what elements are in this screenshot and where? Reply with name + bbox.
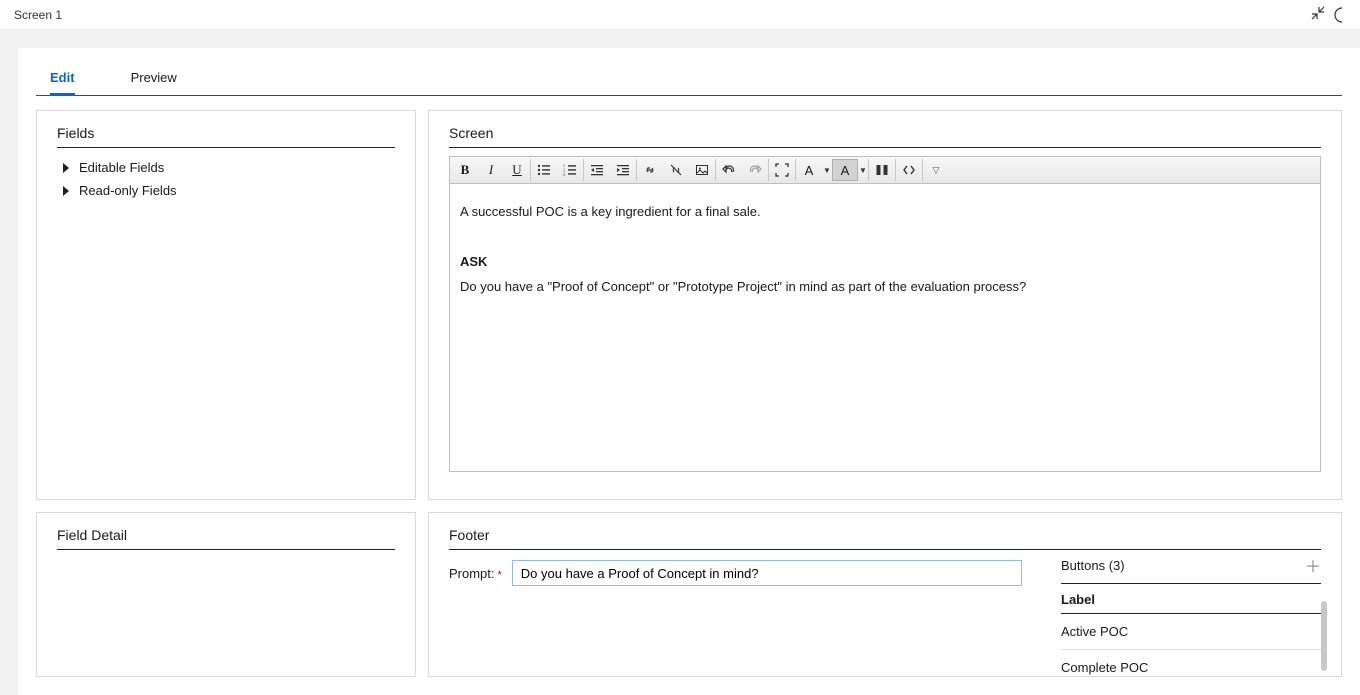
footer-panel: Footer Prompt:* Buttons (3) ＋ Label Acti… — [428, 512, 1342, 677]
tree-editable-fields[interactable]: Editable Fields — [57, 156, 395, 179]
rte-line: A successful POC is a key ingredient for… — [460, 202, 1310, 222]
rte-toolbar: B I U 123 — [450, 157, 1320, 184]
bullet-list-button[interactable] — [531, 159, 557, 181]
svg-text:3: 3 — [563, 172, 565, 177]
buttons-section: Buttons (3) ＋ Label Active POC Complete … — [1061, 553, 1321, 685]
text-color-dropdown[interactable]: ▼ — [822, 159, 832, 181]
source-button[interactable] — [896, 159, 922, 181]
rte-ask-label: ASK — [460, 252, 1310, 272]
footer-panel-title: Footer — [449, 527, 1321, 550]
rich-text-editor: B I U 123 — [449, 156, 1321, 472]
undo-button[interactable] — [716, 159, 742, 181]
screen-panel: Screen B I U 123 — [428, 110, 1342, 500]
page: Edit Preview Fields Editable Fields Read… — [18, 48, 1360, 695]
field-detail-title: Field Detail — [57, 527, 395, 550]
outdent-button[interactable] — [584, 159, 610, 181]
tree-item-label: Editable Fields — [79, 160, 164, 175]
tab-edit[interactable]: Edit — [50, 70, 75, 96]
button-row[interactable]: Complete POC — [1061, 650, 1321, 685]
bg-color-dropdown[interactable]: ▼ — [858, 159, 868, 181]
tabs: Edit Preview — [36, 48, 1342, 96]
redo-button[interactable] — [742, 159, 768, 181]
add-button-icon[interactable]: ＋ — [1305, 553, 1321, 577]
screen-panel-title: Screen — [449, 125, 1321, 148]
bold-button[interactable]: B — [452, 159, 478, 181]
underline-button[interactable]: U — [504, 159, 530, 181]
image-button[interactable] — [689, 159, 715, 181]
numbered-list-button[interactable]: 123 — [557, 159, 583, 181]
fields-panel: Fields Editable Fields Read-only Fields — [36, 110, 416, 500]
bg-color-button[interactable]: A — [832, 159, 858, 181]
find-replace-button[interactable] — [869, 159, 895, 181]
rte-ask-text: Do you have a "Proof of Concept" or "Pro… — [460, 277, 1310, 297]
buttons-label-header: Label — [1061, 584, 1321, 614]
tree-readonly-fields[interactable]: Read-only Fields — [57, 179, 395, 202]
button-row[interactable]: Active POC — [1061, 614, 1321, 650]
scrollbar[interactable] — [1321, 601, 1327, 671]
more-button[interactable]: ▽ — [923, 159, 949, 181]
unlink-button[interactable] — [663, 159, 689, 181]
screen-title: Screen 1 — [14, 8, 62, 22]
indent-button[interactable] — [610, 159, 636, 181]
buttons-header: Buttons (3) — [1061, 558, 1125, 573]
prompt-label: Prompt:* — [449, 566, 502, 581]
italic-button[interactable]: I — [478, 159, 504, 181]
field-detail-panel: Field Detail — [36, 512, 416, 677]
text-color-button[interactable]: A — [796, 159, 822, 181]
chevron-right-icon — [63, 186, 69, 196]
chevron-right-icon — [63, 163, 69, 173]
overflow-circle-icon[interactable] — [1334, 7, 1350, 23]
tab-preview[interactable]: Preview — [131, 70, 177, 95]
collapse-icon[interactable] — [1310, 5, 1326, 24]
rte-body[interactable]: A successful POC is a key ingredient for… — [450, 184, 1320, 471]
prompt-input[interactable] — [512, 560, 1022, 586]
required-star-icon: * — [498, 569, 502, 581]
fullscreen-button[interactable] — [769, 159, 795, 181]
tree-item-label: Read-only Fields — [79, 183, 177, 198]
topbar: Screen 1 — [0, 0, 1360, 30]
link-button[interactable] — [637, 159, 663, 181]
fields-panel-title: Fields — [57, 125, 395, 148]
